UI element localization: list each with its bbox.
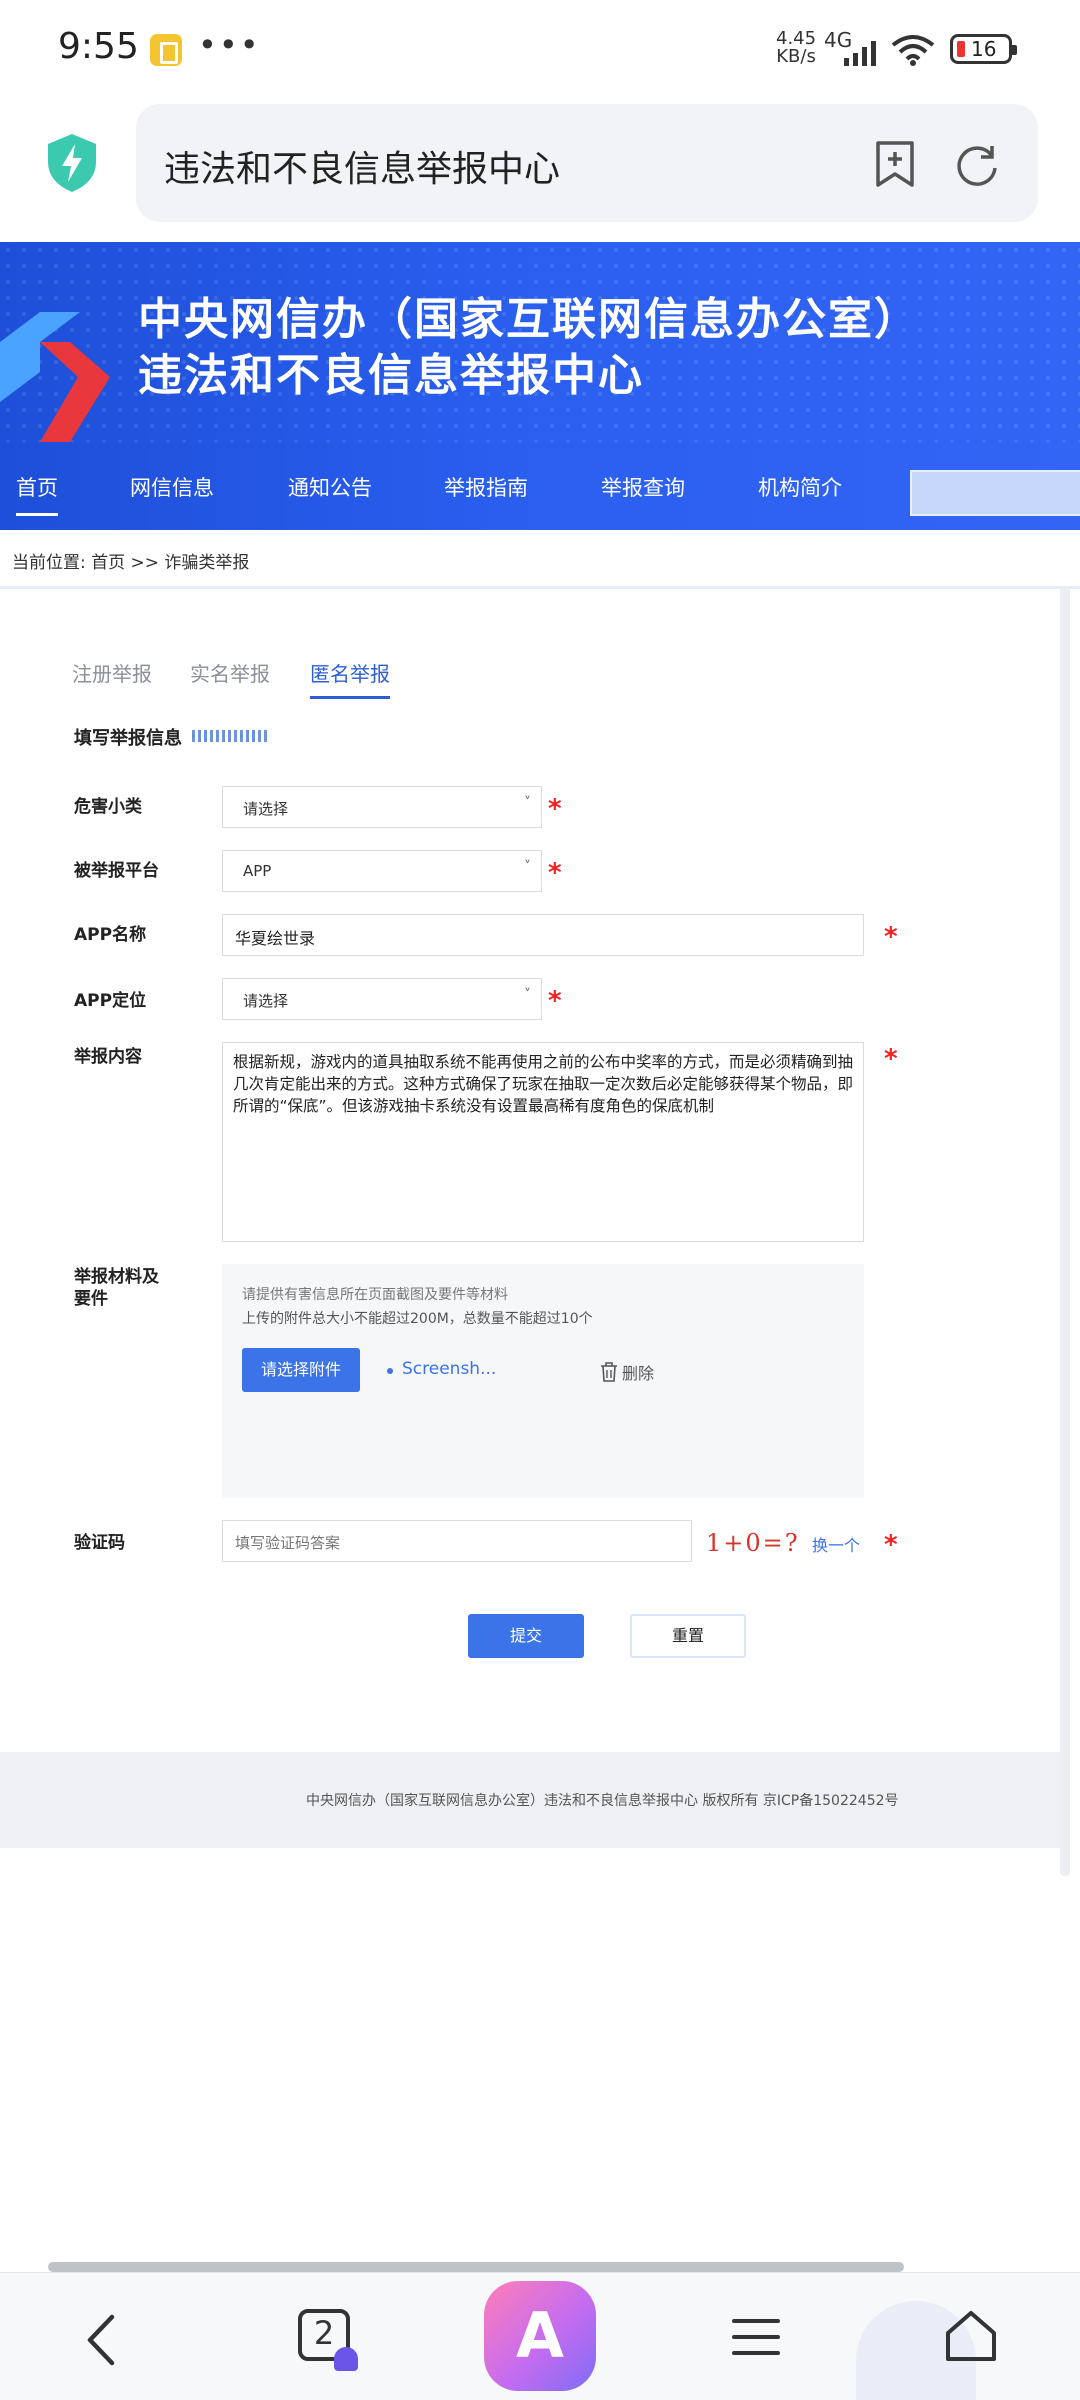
- harm-type-value: 请选择: [243, 800, 289, 818]
- platform-value: APP: [243, 862, 272, 880]
- captcha-input[interactable]: 填写验证码答案: [222, 1520, 692, 1562]
- site-banner: 中央网信办（国家互联网信息办公室） 违法和不良信息举报中心 首页 网信信息 通知…: [0, 242, 1080, 530]
- nav-report-query[interactable]: 举报查询: [601, 472, 685, 502]
- nav-home[interactable]: 首页: [16, 472, 58, 516]
- report-content-label: 举报内容: [74, 1047, 142, 1067]
- required-mark: *: [548, 794, 562, 824]
- app-position-select[interactable]: 请选择 ˅: [222, 978, 542, 1020]
- app-position-value: 请选择: [243, 992, 289, 1010]
- section-title: 填写举报信息: [74, 728, 182, 749]
- required-mark: *: [884, 922, 898, 952]
- chevron-down-icon: ˅: [524, 859, 531, 875]
- bookmark-add-icon[interactable]: [874, 140, 916, 188]
- chevron-down-icon: ˅: [524, 795, 531, 811]
- submit-button[interactable]: 提交: [468, 1614, 584, 1658]
- required-mark: *: [548, 986, 562, 1016]
- trash-icon[interactable]: [600, 1362, 618, 1382]
- tab-real-name-report[interactable]: 实名举报: [190, 658, 270, 687]
- status-time: 9:55: [58, 26, 139, 67]
- materials-label-line1: 举报材料及: [74, 1267, 159, 1287]
- captcha-refresh-link[interactable]: 换一个: [812, 1532, 860, 1556]
- nav-notices[interactable]: 通知公告: [288, 472, 372, 502]
- required-mark: *: [884, 1530, 898, 1560]
- tab-count: 2: [313, 2314, 335, 2352]
- tab-registered-report[interactable]: 注册举报: [72, 658, 152, 687]
- platform-select[interactable]: APP ˅: [222, 850, 542, 892]
- delete-attachment-button[interactable]: 删除: [622, 1360, 654, 1384]
- required-mark: *: [884, 1044, 898, 1074]
- captcha-image[interactable]: 1+0=?: [706, 1528, 816, 1558]
- network-speed-unit: KB/s: [776, 46, 816, 67]
- more-notifications-icon: •••: [198, 26, 261, 64]
- network-speed: 4.45 KB/s: [776, 30, 816, 66]
- signal-icon: [844, 41, 876, 66]
- site-title-line2: 违法和不良信息举报中心: [138, 350, 644, 401]
- page-title: 违法和不良信息举报中心: [164, 149, 561, 190]
- copyright-text: 中央网信办（国家互联网信息办公室）违法和不良信息举报中心 版权所有 京ICP备1…: [306, 1793, 899, 1809]
- vertical-scrollbar[interactable]: [1060, 586, 1070, 1876]
- chevron-down-icon: ˅: [524, 987, 531, 1003]
- battery-level: 16: [971, 37, 997, 61]
- browser-bottom-nav: 2 A: [0, 2272, 1080, 2400]
- app-name-input[interactable]: 华夏绘世录: [222, 914, 864, 956]
- site-search-input[interactable]: [910, 470, 1080, 516]
- incognito-ghost-icon: [334, 2347, 358, 2371]
- status-bar: 9:55 ••• 4.45 KB/s 4G 16: [0, 0, 1080, 96]
- site-title: 中央网信办（国家互联网信息办公室） 违法和不良信息举报中心: [138, 292, 920, 404]
- upload-area: 请提供有害信息所在页面截图及要件等材料 上传的附件总大小不能超过200M，总数量…: [222, 1264, 864, 1498]
- nav-cac-info[interactable]: 网信信息: [130, 472, 214, 502]
- attachment-file-name[interactable]: Screensh...: [402, 1359, 496, 1379]
- battery-icon: 16: [950, 34, 1017, 64]
- upload-hint: 请提供有害信息所在页面截图及要件等材料: [242, 1287, 508, 1303]
- report-content-value: 根据新规，游戏内的道具抽取系统不能再使用之前的公布中奖率的方式，而是必须精确到抽…: [233, 1053, 854, 1115]
- home-icon[interactable]: [944, 2309, 998, 2363]
- battery-saver-icon: [150, 34, 182, 66]
- materials-label: 举报材料及 要件: [74, 1266, 159, 1310]
- required-mark: *: [548, 858, 562, 888]
- report-content-textarea[interactable]: 根据新规，游戏内的道具抽取系统不能再使用之前的公布中奖率的方式，而是必须精确到抽…: [222, 1042, 864, 1242]
- captcha-image-text: 1+0=?: [706, 1529, 800, 1557]
- choose-attachment-button[interactable]: 请选择附件: [242, 1348, 360, 1392]
- site-logo-icon: [0, 312, 110, 442]
- refresh-icon[interactable]: [954, 142, 1000, 188]
- assistant-logo-icon[interactable]: A: [484, 2281, 596, 2391]
- address-bar[interactable]: 违法和不良信息举报中心: [136, 104, 1038, 222]
- harm-type-label: 危害小类: [74, 797, 142, 817]
- platform-label: 被举报平台: [74, 861, 159, 881]
- app-position-label: APP定位: [74, 991, 147, 1011]
- harm-type-select[interactable]: 请选择 ˅: [222, 786, 542, 828]
- app-name-label: APP名称: [74, 925, 147, 945]
- main-nav: 首页 网信信息 通知公告 举报指南 举报查询 机构简介: [0, 454, 1080, 530]
- file-bullet-icon: [387, 1368, 393, 1374]
- menu-icon[interactable]: [732, 2317, 780, 2357]
- wifi-icon: [891, 35, 935, 66]
- app-name-value: 华夏绘世录: [235, 929, 316, 948]
- reset-button[interactable]: 重置: [630, 1614, 746, 1658]
- tab-anonymous-report[interactable]: 匿名举报: [310, 658, 390, 699]
- breadcrumb: 当前位置: 首页 >> 诈骗类举报: [12, 553, 250, 573]
- horizontal-scrollbar[interactable]: [48, 2262, 904, 2272]
- site-title-line1: 中央网信办（国家互联网信息办公室）: [138, 294, 920, 345]
- nav-about[interactable]: 机构简介: [758, 472, 842, 502]
- back-icon[interactable]: [82, 2313, 122, 2367]
- upload-limit-hint: 上传的附件总大小不能超过200M，总数量不能超过10个: [242, 1311, 593, 1327]
- section-title-decoration: [192, 730, 268, 742]
- nav-report-guide[interactable]: 举报指南: [444, 472, 528, 502]
- materials-label-line2: 要件: [74, 1289, 108, 1309]
- divider: [0, 586, 1080, 589]
- site-footer: 中央网信办（国家互联网信息办公室）违法和不良信息举报中心 版权所有 京ICP备1…: [0, 1752, 1060, 1848]
- shield-icon[interactable]: [44, 132, 100, 194]
- captcha-placeholder: 填写验证码答案: [235, 1534, 341, 1552]
- captcha-label: 验证码: [74, 1533, 125, 1553]
- browser-toolbar: 违法和不良信息举报中心: [0, 96, 1080, 242]
- assistant-logo-letter: A: [516, 2299, 564, 2372]
